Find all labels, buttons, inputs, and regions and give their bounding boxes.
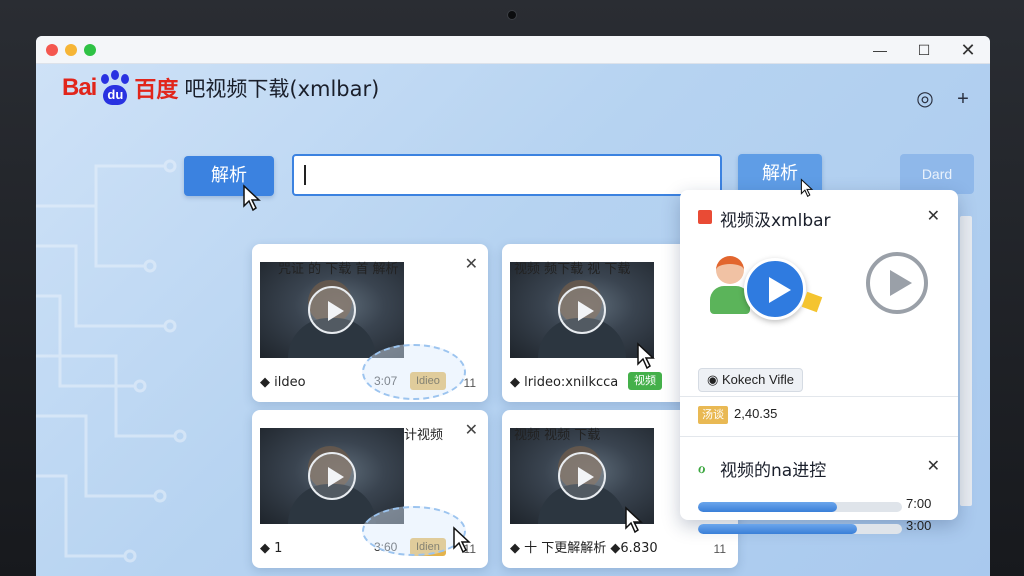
maximize-icon[interactable]: ☐ bbox=[914, 40, 934, 60]
progress-bar-2 bbox=[698, 524, 902, 534]
count-label: 11 bbox=[713, 542, 726, 556]
logo-text-du: du bbox=[103, 85, 128, 105]
title-bar: — ☐ ✕ bbox=[36, 36, 990, 64]
highlight-halo bbox=[362, 344, 466, 400]
panel-scrollbar[interactable] bbox=[960, 216, 972, 506]
play-icon[interactable] bbox=[308, 286, 356, 334]
url-input[interactable] bbox=[292, 154, 722, 196]
mouse-cursor-icon bbox=[625, 506, 643, 534]
close-icon[interactable]: ✕ bbox=[465, 254, 478, 274]
media-chip[interactable]: ◉ Kokech Vifle bbox=[698, 368, 803, 392]
stat-tag: 汤谈 bbox=[698, 406, 728, 424]
progress-fill bbox=[698, 502, 837, 512]
divider bbox=[680, 436, 958, 437]
close-icon[interactable]: ✕ bbox=[958, 40, 978, 60]
stat-value: 2,40.35 bbox=[734, 406, 778, 421]
minimize-icon[interactable]: — bbox=[870, 40, 890, 60]
card-title: 计视频 bbox=[404, 428, 444, 443]
logo-text-bai: Bai bbox=[62, 74, 97, 101]
tag-icon bbox=[801, 291, 823, 313]
mouse-cursor-icon bbox=[637, 342, 655, 370]
play-icon[interactable] bbox=[744, 258, 806, 320]
mouse-cursor-icon bbox=[800, 178, 814, 198]
chip-label: Kokech Vifle bbox=[721, 372, 794, 387]
eye-icon: ◉ bbox=[707, 372, 722, 387]
highlight-halo bbox=[362, 506, 466, 556]
play-icon[interactable] bbox=[558, 452, 606, 500]
close-dot[interactable] bbox=[46, 44, 58, 56]
card-title: 咒证 的 下载 首 解析 bbox=[278, 262, 399, 277]
close-icon[interactable]: ✕ bbox=[927, 206, 940, 226]
logo-text-baidu: 百度 bbox=[134, 77, 179, 102]
progress-time-1: 7:00 bbox=[906, 496, 932, 511]
card-source: ◆ ildeo bbox=[260, 375, 306, 390]
progress-time-2: 3:00 bbox=[906, 518, 932, 533]
text-caret bbox=[304, 164, 306, 185]
zoom-dot[interactable] bbox=[84, 44, 96, 56]
play-icon[interactable] bbox=[866, 252, 928, 314]
plus-icon[interactable]: + bbox=[952, 88, 974, 110]
card-source: ◆ 十 下更解解析 ◆6.830 bbox=[510, 541, 658, 556]
close-icon[interactable]: ✕ bbox=[465, 420, 478, 440]
download-panel: 视频汲xmlbar ✕ ◉ Kokech Vifle 汤谈 2,40.35 ℴ 视… bbox=[680, 190, 958, 534]
app-window: — ☐ ✕ Bai du 百度 吧视频下载(xmlbar) ◎ + 解析 解析 … bbox=[36, 36, 990, 576]
progress-icon: ℴ bbox=[698, 460, 706, 477]
camera-icon[interactable]: ◎ bbox=[914, 88, 936, 110]
mouse-cursor-icon bbox=[453, 526, 471, 554]
progress-title: 视频的na进控 bbox=[720, 461, 827, 481]
stat-line: 汤谈 2,40.35 bbox=[698, 406, 777, 424]
video-thumbnail[interactable] bbox=[260, 428, 404, 524]
minimize-dot[interactable] bbox=[65, 44, 77, 56]
progress-fill bbox=[698, 524, 858, 534]
play-icon[interactable] bbox=[558, 286, 606, 334]
app-title: 吧视频下载(xmlbar) bbox=[184, 77, 380, 101]
format-tag[interactable]: 视频 bbox=[628, 372, 662, 390]
mouse-cursor-icon bbox=[243, 184, 261, 212]
play-icon[interactable] bbox=[308, 452, 356, 500]
count-label: 11 bbox=[463, 376, 476, 390]
camera bbox=[507, 10, 517, 20]
dard-button[interactable]: Dard bbox=[900, 154, 974, 194]
card-source: ◆ lrideo:xnilkcca bbox=[510, 375, 619, 390]
app-icon bbox=[698, 210, 712, 224]
divider bbox=[680, 396, 958, 397]
circuit-decoration bbox=[36, 159, 187, 563]
close-icon[interactable]: ✕ bbox=[927, 456, 940, 476]
progress-bar-1 bbox=[698, 502, 902, 512]
user-avatar-icon bbox=[716, 256, 744, 284]
card-source: ◆ 1 bbox=[260, 541, 283, 556]
paw-icon: du bbox=[98, 70, 132, 106]
baidu-logo[interactable]: Bai du 百度 吧视频下载(xmlbar) bbox=[62, 68, 379, 108]
panel-title: 视频汲xmlbar bbox=[720, 211, 831, 231]
